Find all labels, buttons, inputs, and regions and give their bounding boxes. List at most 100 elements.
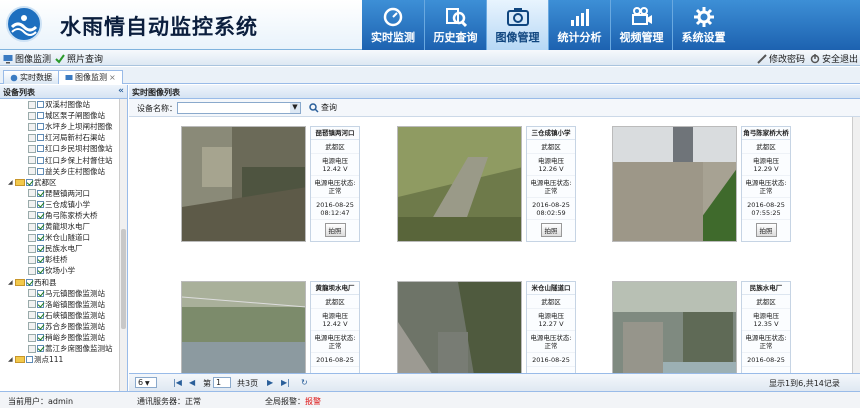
tree-checkbox[interactable] [37,145,44,153]
tree-checkbox[interactable] [37,223,44,231]
tree-item-label: 武都区 [34,177,57,187]
nav-label: 历史查询 [433,31,478,44]
change-password-button[interactable]: 修改密码 [757,52,805,65]
page-size-select[interactable]: 6 ▼ [135,377,157,388]
tree-checkbox[interactable] [37,101,44,109]
station-photo[interactable] [397,126,522,242]
nav-history[interactable]: 历史查询 [424,0,486,50]
station-photo[interactable] [397,281,522,373]
tree-scrollbar[interactable] [119,99,127,391]
tab-image-monitor[interactable]: 图像监测 × [58,70,123,84]
tree-item[interactable]: 角弓陈家桥大桥 [0,210,120,221]
capture-button[interactable]: 拍照 [324,223,346,237]
tree-checkbox[interactable] [37,134,44,142]
tree-item[interactable]: 城区泵子闸图像站 [0,110,120,121]
tree-checkbox[interactable] [26,178,33,186]
expand-toggle-icon[interactable]: ◢ [8,179,14,186]
tree-item[interactable]: 红口乡民坝村图像站 [0,143,120,154]
tree-item[interactable]: 三仓成镇小学 [0,199,120,210]
last-page-icon[interactable]: ▶| [281,378,290,387]
tree-item[interactable]: 蒿江乡席图像监测站 [0,343,120,354]
tree-checkbox[interactable] [26,356,33,364]
first-page-icon[interactable]: |◀ [173,378,182,387]
search-button[interactable]: 查询 [309,102,337,113]
station-date: 2016-08-25 [316,201,354,209]
tab-close-icon[interactable]: × [109,73,116,82]
tab-realtime-data[interactable]: 实时数据 [3,70,59,84]
chevron-down-icon[interactable]: ▼ [290,103,300,113]
tree-item[interactable]: 稍峪乡图像监测站 [0,332,120,343]
nav-realtime[interactable]: 实时监测 [362,0,424,50]
tree-checkbox[interactable] [37,256,44,264]
tree-checkbox[interactable] [37,267,44,275]
station-voltage-status: 电源电压状态:正常 [311,331,359,353]
station-timestamp: 2016-08-25 [527,353,575,367]
alarm-value[interactable]: 报警 [305,397,321,406]
tree-folder[interactable]: ◢ 武都区 [0,177,120,188]
tree-item[interactable]: 红口乡保上村督住站 [0,154,120,165]
tree-checkbox[interactable] [37,211,44,219]
station-card: 三仓成镇小学 武都区 电源电压 12.26 V 电源电压状态:正常 2016-0… [397,126,607,242]
tree-item[interactable]: 洛峪镇图像监测站 [0,299,120,310]
document-icon [28,222,36,231]
tree-folder[interactable]: ◢ 西和县 [0,277,120,288]
tree-item[interactable]: 彰桂桥 [0,254,120,265]
station-card: 琵琶镇两河口 武都区 电源电压 12.42 V 电源电压状态:正常 2016-0… [181,126,391,242]
tree-item[interactable]: 民族水电厂 [0,243,120,254]
tree-checkbox[interactable] [37,156,44,164]
tree-item[interactable]: 苏合乡图像监测站 [0,321,120,332]
tree-item-label: 马元镇图像监测站 [45,288,105,298]
tree-item[interactable]: 黄龍坝水电厂 [0,221,120,232]
tree-folder[interactable]: ◢ 测点111 [0,354,120,365]
next-page-icon[interactable]: ▶ [267,378,273,387]
scrollbar-thumb[interactable] [121,229,126,329]
tree-checkbox[interactable] [37,334,44,342]
station-photo[interactable] [612,281,737,373]
capture-button[interactable]: 拍照 [540,223,562,237]
device-name-select[interactable]: ▼ [177,102,301,114]
grid-scrollbar[interactable] [852,117,860,373]
logout-button[interactable]: 安全退出 [810,52,858,65]
tree-item[interactable]: 双溪村图像站 [0,99,120,110]
tree-checkbox[interactable] [37,123,44,131]
tree-item[interactable]: 琵琶镇两河口 [0,188,120,199]
tree-item[interactable]: 钦场小学 [0,265,120,276]
station-date: 2016-08-25 [316,356,354,364]
nav-video-management[interactable]: 视频管理 [610,0,672,50]
station-photo[interactable] [181,281,306,373]
tree-checkbox[interactable] [26,278,33,286]
tree-checkbox[interactable] [37,112,44,120]
tree-item[interactable]: 米仓山隧道口 [0,232,120,243]
tree-checkbox[interactable] [37,289,44,297]
tree-checkbox[interactable] [37,200,44,208]
tree-checkbox[interactable] [37,189,44,197]
tree-checkbox[interactable] [37,167,44,175]
document-icon [28,300,36,309]
nav-image-management[interactable]: 图像管理 [486,0,548,50]
tree-item[interactable]: 益关乡庄村图像站 [0,166,120,177]
refresh-icon[interactable]: ↻ [301,378,308,387]
tree-checkbox[interactable] [37,234,44,242]
nav-statistics[interactable]: 统计分析 [548,0,610,50]
tree-item[interactable]: 石峡镇图像监测站 [0,310,120,321]
prev-page-icon[interactable]: ◀ [189,378,195,387]
image-monitor-button[interactable]: 图像监测 [3,52,51,65]
page-number-input[interactable]: 1 [213,377,231,388]
tree-item-label: 益关乡庄村图像站 [45,166,105,176]
tree-item[interactable]: 水坪乡上坝闸村图像 [0,121,120,132]
collapse-icon[interactable]: « [118,86,124,96]
tree-item[interactable]: 红河局新村石渠站 [0,132,120,143]
capture-button[interactable]: 拍照 [755,223,777,237]
expand-toggle-icon[interactable]: ◢ [8,279,14,286]
tree-item[interactable]: 马元镇图像监测站 [0,288,120,299]
station-photo[interactable] [181,126,306,242]
station-photo[interactable] [612,126,737,242]
tree-checkbox[interactable] [37,322,44,330]
tree-checkbox[interactable] [37,245,44,253]
tree-checkbox[interactable] [37,300,44,308]
photo-query-button[interactable]: 照片查询 [55,52,103,65]
nav-system-settings[interactable]: 系统设置 [672,0,734,50]
tree-checkbox[interactable] [37,345,44,353]
expand-toggle-icon[interactable]: ◢ [8,356,14,363]
tree-checkbox[interactable] [37,311,44,319]
